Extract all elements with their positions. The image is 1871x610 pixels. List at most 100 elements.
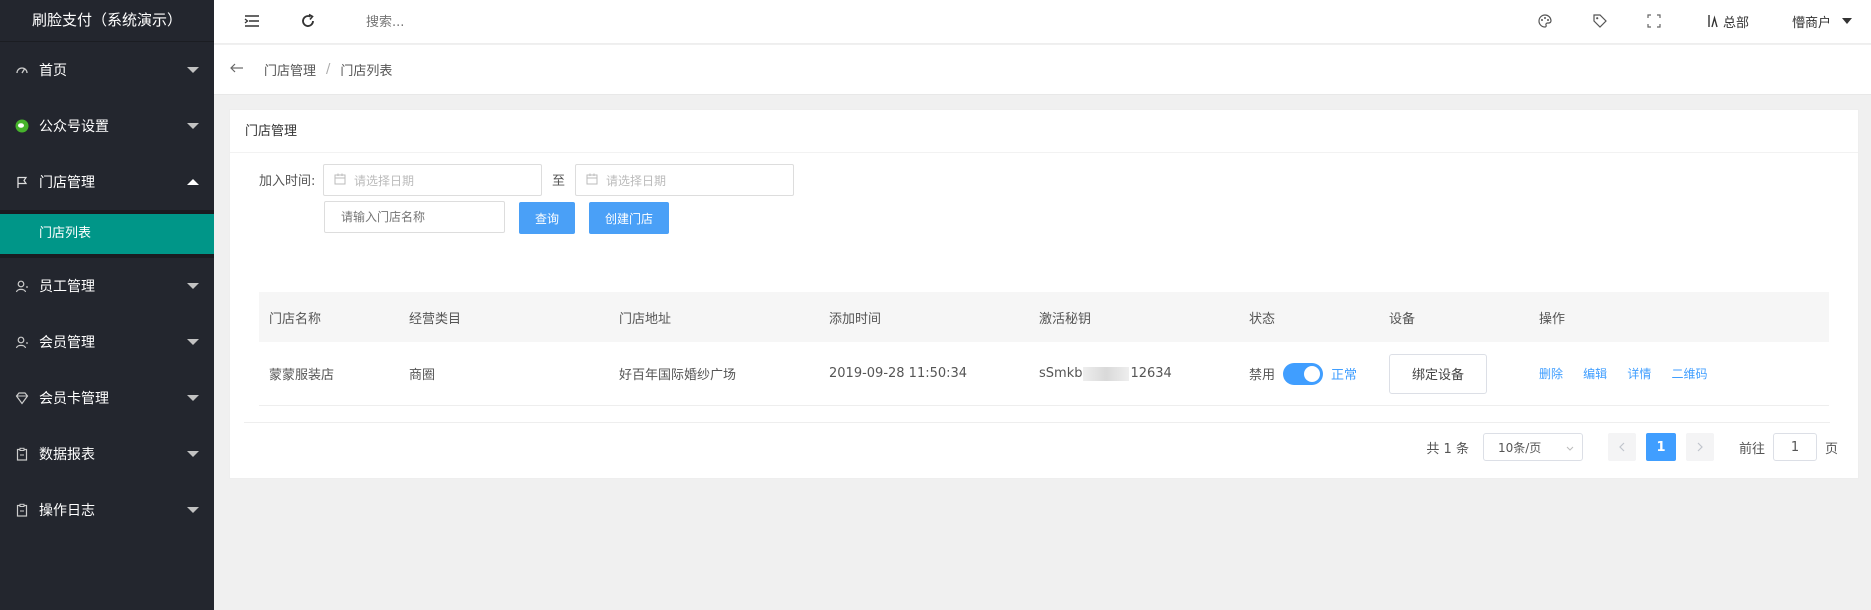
table-header: 门店名称 经营类目 门店地址 添加时间 激活秘钥 状态 设备 操作 <box>259 292 1829 342</box>
store-management-card: 门店管理 加入时间: 请选择日期 至 请选择日期 查询 创建门店 门店名称 经营… <box>229 109 1859 479</box>
sidebar-item-members[interactable]: 会员管理 <box>0 314 214 370</box>
sidebar-item-member-cards[interactable]: 会员卡管理 <box>0 370 214 426</box>
search-input[interactable] <box>366 10 586 34</box>
page-number-current[interactable]: 1 <box>1645 433 1676 461</box>
sidebar-item-label: 会员卡管理 <box>39 391 109 407</box>
to-label: 至 <box>552 174 566 189</box>
diamond-icon <box>14 390 30 406</box>
column-header: 设备 <box>1389 311 1416 327</box>
palette-icon[interactable] <box>1535 11 1555 31</box>
menu-collapse-icon[interactable] <box>242 11 262 31</box>
prev-page-button[interactable] <box>1607 433 1636 461</box>
end-date-placeholder: 请选择日期 <box>606 173 667 188</box>
table-row: 蒙蒙服装店 商圈 好百年国际婚纱广场 2019-09-28 11:50:34 s… <box>259 342 1829 406</box>
sidebar-item-label: 会员管理 <box>39 335 95 351</box>
total-count: 共 1 条 <box>1426 441 1469 457</box>
calendar-icon <box>334 173 346 188</box>
column-header: 门店名称 <box>269 311 322 327</box>
hq-label[interactable]: 总部 <box>1723 12 1749 31</box>
activation-key-cell: sSmkb 12634 <box>1029 366 1239 381</box>
chevron-down-icon <box>187 339 199 345</box>
device-cell: 绑定设备 <box>1379 353 1529 394</box>
user-icon <box>14 334 30 350</box>
store-table: 门店名称 经营类目 门店地址 添加时间 激活秘钥 状态 设备 操作 蒙蒙服装店 … <box>259 292 1829 406</box>
column-header: 状态 <box>1249 311 1276 327</box>
user-menu[interactable]: 懵商户 <box>1792 12 1831 31</box>
toggle-knob <box>1304 365 1321 382</box>
qrcode-link[interactable]: 二维码 <box>1671 367 1707 381</box>
clipboard-icon <box>14 502 30 518</box>
address-cell: 好百年国际婚纱广场 <box>619 368 737 383</box>
sidebar-item-wechat-settings[interactable]: 公众号设置 <box>0 98 214 154</box>
breadcrumb-item-current: 门店列表 <box>340 64 393 79</box>
breadcrumb: 门店管理 / 门店列表 <box>214 45 1871 95</box>
chevron-down-icon <box>187 67 199 73</box>
detail-link[interactable]: 详情 <box>1627 367 1651 381</box>
chevron-down-icon <box>1566 440 1574 454</box>
user-icon <box>14 278 30 294</box>
sidebar: 刷脸支付（系统演示） 首页 公众号设置 门店管理 门店列表 员工管理 会员管理 … <box>0 0 214 610</box>
join-time-label: 加入时间: <box>259 174 316 189</box>
delete-link[interactable]: 删除 <box>1539 367 1563 381</box>
column-header: 门店地址 <box>619 311 672 327</box>
goto-page-input[interactable] <box>1772 433 1817 461</box>
store-name-cell: 蒙蒙服装店 <box>269 368 335 383</box>
sidebar-item-home[interactable]: 首页 <box>0 42 214 98</box>
clipboard-icon <box>14 446 30 462</box>
sidebar-item-label: 员工管理 <box>39 279 95 295</box>
pagination: 共 1 条 10条/页 1 前往 页 <box>1426 433 1838 461</box>
bind-device-button[interactable]: 绑定设备 <box>1389 353 1487 394</box>
tag-icon[interactable] <box>1590 11 1610 31</box>
chevron-down-icon <box>187 283 199 289</box>
chevron-down-icon[interactable] <box>1842 18 1852 24</box>
dashboard-icon <box>14 62 30 78</box>
page-size-select[interactable]: 10条/页 <box>1482 433 1583 461</box>
sidebar-item-store-management[interactable]: 门店管理 <box>0 154 214 210</box>
key-suffix: 12634 <box>1130 366 1172 381</box>
chevron-down-icon <box>187 451 199 457</box>
sidebar-item-staff[interactable]: 员工管理 <box>0 258 214 314</box>
back-arrow-icon[interactable] <box>230 62 246 77</box>
create-store-button[interactable]: 创建门店 <box>589 202 669 234</box>
next-page-button[interactable] <box>1685 433 1714 461</box>
card-title: 门店管理 <box>230 110 1858 153</box>
store-name-input[interactable] <box>324 201 505 233</box>
status-switch-wrap: 禁用 正常 <box>1249 362 1379 385</box>
flag-icon <box>14 174 30 190</box>
sidebar-item-store-list[interactable]: 门店列表 <box>0 214 214 254</box>
sidebar-item-label: 操作日志 <box>39 503 95 519</box>
query-button[interactable]: 查询 <box>519 202 575 234</box>
submenu-store: 门店列表 <box>0 210 214 258</box>
sidebar-item-label: 数据报表 <box>39 447 95 463</box>
sidebar-item-label: 公众号设置 <box>39 119 109 135</box>
refresh-icon[interactable] <box>298 11 318 31</box>
status-toggle[interactable] <box>1283 362 1324 385</box>
page-size-value: 10条/页 <box>1497 440 1542 455</box>
chevron-down-icon <box>187 395 199 401</box>
category-cell: 商圈 <box>409 368 436 383</box>
end-date-picker[interactable]: 请选择日期 <box>575 164 794 196</box>
sidebar-item-reports[interactable]: 数据报表 <box>0 426 214 482</box>
app-title: 刷脸支付（系统演示） <box>0 0 214 42</box>
goto-prefix: 前往 <box>1738 441 1765 457</box>
added-time-cell: 2019-09-28 11:50:34 <box>829 366 968 381</box>
chevron-up-icon <box>187 179 199 185</box>
column-header: 操作 <box>1539 311 1566 327</box>
goto-suffix: 页 <box>1824 441 1838 457</box>
redacted-mask <box>1083 366 1130 381</box>
key-prefix: sSmkb <box>1039 366 1083 381</box>
edit-link[interactable]: 编辑 <box>1583 367 1607 381</box>
sidebar-item-logs[interactable]: 操作日志 <box>0 482 214 538</box>
chevron-down-icon <box>187 123 199 129</box>
breadcrumb-item[interactable]: 门店管理 <box>264 60 316 79</box>
fullscreen-icon[interactable] <box>1644 11 1664 31</box>
start-date-picker[interactable]: 请选择日期 <box>323 164 542 196</box>
status-off-label: 禁用 <box>1249 368 1276 383</box>
status-on-label: 正常 <box>1331 368 1358 383</box>
branch-icon <box>1703 11 1723 31</box>
top-header: 总部 懵商户 <box>214 0 1871 44</box>
column-header: 添加时间 <box>829 311 882 327</box>
status-cell: 禁用 正常 <box>1239 362 1379 385</box>
wechat-icon <box>14 118 30 134</box>
column-header: 激活秘钥 <box>1039 311 1092 327</box>
